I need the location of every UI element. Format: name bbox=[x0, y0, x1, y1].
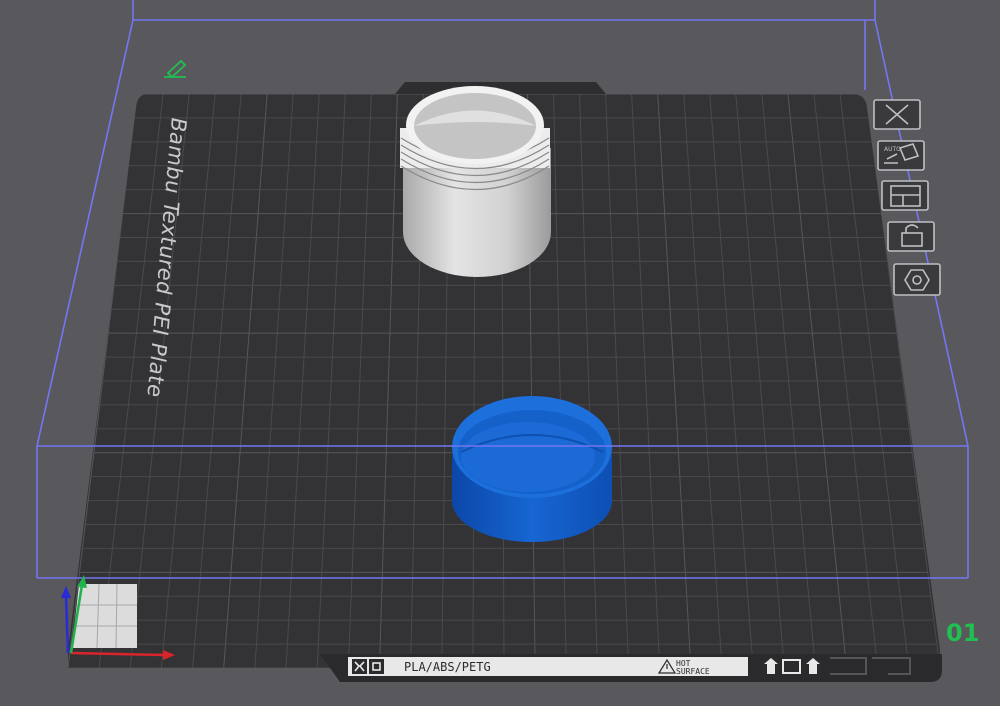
lock-button[interactable] bbox=[887, 221, 935, 252]
edit-plate-name-icon[interactable] bbox=[164, 59, 187, 79]
auto-arrange-button[interactable]: AUTO bbox=[877, 140, 925, 171]
plate-number[interactable]: 01 bbox=[946, 619, 979, 647]
svg-text:AUTO: AUTO bbox=[884, 146, 901, 153]
surface-text: SURFACE bbox=[676, 667, 710, 676]
plate-settings-button[interactable] bbox=[893, 263, 941, 296]
jar-body[interactable] bbox=[400, 86, 551, 277]
3d-viewport[interactable]: Bambu Textured PEI Plate PLA/ABS/PETG HO… bbox=[0, 0, 1000, 706]
jar-lid[interactable] bbox=[452, 396, 612, 542]
material-compat-text: PLA/ABS/PETG bbox=[404, 660, 491, 674]
arrange-button[interactable] bbox=[881, 180, 929, 211]
remove-plate-button[interactable] bbox=[873, 99, 921, 130]
